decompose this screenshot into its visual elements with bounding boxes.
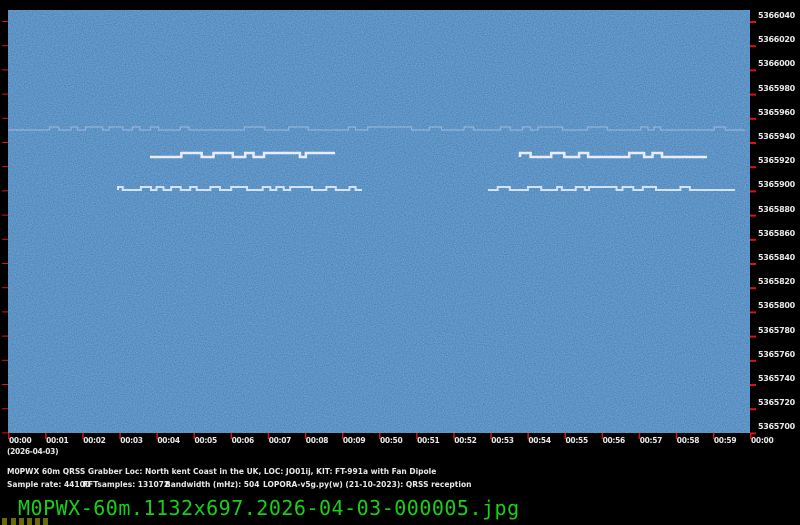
y-tick-left <box>2 142 8 143</box>
frequency-label: 5365720 <box>758 398 795 408</box>
y-tick <box>750 263 756 265</box>
y-tick-left <box>2 93 8 95</box>
time-label: 00:06 <box>231 436 255 445</box>
y-tick-left <box>2 238 8 240</box>
frequency-label: 5365840 <box>758 253 795 262</box>
y-tick-left <box>2 335 8 337</box>
status-block <box>11 518 16 525</box>
time-label: 00:57 <box>639 436 663 445</box>
frequency-label: 5366020 <box>758 35 795 45</box>
y-tick <box>750 238 756 241</box>
y-tick-left <box>2 311 8 313</box>
fft-samples: FFTsamples: 131072 <box>83 480 170 489</box>
y-tick <box>750 21 756 23</box>
y-tick <box>750 117 756 120</box>
frequency-label: 5365960 <box>758 107 795 117</box>
time-label: 00:53 <box>491 436 514 445</box>
time-label: 00:00 <box>751 436 774 445</box>
y-tick <box>750 190 756 193</box>
y-tick-left <box>2 190 8 192</box>
filename-label: M0PWX-60m.1132x697.2026-04-03-000005.jpg <box>18 496 520 520</box>
waterfall-noise <box>8 10 750 433</box>
y-tick <box>750 311 756 314</box>
frequency-label: 5365860 <box>758 228 795 238</box>
status-block <box>2 518 7 525</box>
frequency-label: 5366040 <box>758 11 795 20</box>
waterfall-spectrogram <box>2 10 756 439</box>
time-label: 00:58 <box>676 436 700 445</box>
frequency-label: 5365780 <box>758 325 795 335</box>
bandwidth: Bandwidth (mHz): 504 <box>165 480 260 489</box>
time-label: 00:59 <box>713 436 737 445</box>
y-tick-left <box>2 408 8 410</box>
time-label: 00:01 <box>46 436 69 445</box>
frequency-label: 5365700 <box>758 422 795 432</box>
y-tick-left <box>2 263 8 264</box>
time-label: 00:05 <box>194 436 218 445</box>
y-tick <box>750 359 756 362</box>
frequency-label: 5365740 <box>758 374 795 383</box>
time-label: 00:04 <box>157 436 180 445</box>
time-label: 00:56 <box>602 436 626 445</box>
y-tick <box>750 335 756 338</box>
y-tick <box>750 93 756 96</box>
y-tick-left <box>2 384 8 385</box>
time-label: 00:08 <box>305 436 329 445</box>
frequency-label: 5365900 <box>758 180 795 190</box>
time-label: 00:50 <box>380 436 403 445</box>
sample-rate: Sample rate: 44100 <box>7 480 91 489</box>
time-label: 00:55 <box>565 436 589 445</box>
y-tick <box>750 214 756 217</box>
time-label: 00:02 <box>83 436 106 445</box>
y-tick <box>750 45 756 48</box>
y-tick-left <box>2 166 8 168</box>
y-tick-left <box>2 432 8 434</box>
y-tick <box>750 142 756 144</box>
frequency-label: 5365980 <box>758 83 795 93</box>
frequency-label: 5365920 <box>758 156 795 166</box>
y-tick-left <box>2 287 8 289</box>
y-tick <box>750 69 756 72</box>
software-version: LOPORA-v5g.py(w) (21-10-2023): QRSS rece… <box>263 480 472 489</box>
y-tick-left <box>2 45 8 47</box>
y-tick-left <box>2 21 8 22</box>
y-tick <box>750 384 756 386</box>
station-info: M0PWX 60m QRSS Grabber Loc: North kent C… <box>7 467 437 476</box>
frequency-label: 5365800 <box>758 301 795 311</box>
status-block <box>43 518 48 525</box>
time-label: 00:51 <box>417 436 440 445</box>
y-tick-left <box>2 117 8 119</box>
time-label: 00:54 <box>528 436 551 445</box>
y-tick <box>750 166 756 169</box>
y-tick <box>750 408 756 411</box>
frequency-label: 5365880 <box>758 204 795 214</box>
status-block <box>35 518 40 525</box>
frequency-label: 5366000 <box>758 59 795 69</box>
frequency-label: 5365820 <box>758 277 795 287</box>
frequency-label: 5365940 <box>758 132 795 141</box>
status-block <box>27 518 32 525</box>
y-tick <box>750 287 756 290</box>
time-label: 00:00 <box>9 436 32 445</box>
time-label: 00:03 <box>120 436 143 445</box>
status-block <box>19 518 24 525</box>
time-label: 00:52 <box>454 436 477 445</box>
y-tick-left <box>2 359 8 361</box>
y-tick-left <box>2 69 8 71</box>
y-tick-left <box>2 214 8 216</box>
frequency-label: 5365760 <box>758 349 795 359</box>
time-label: 00:09 <box>342 436 366 445</box>
time-label: 00:07 <box>268 436 292 445</box>
date-label: (2026-04-03) <box>7 447 59 456</box>
